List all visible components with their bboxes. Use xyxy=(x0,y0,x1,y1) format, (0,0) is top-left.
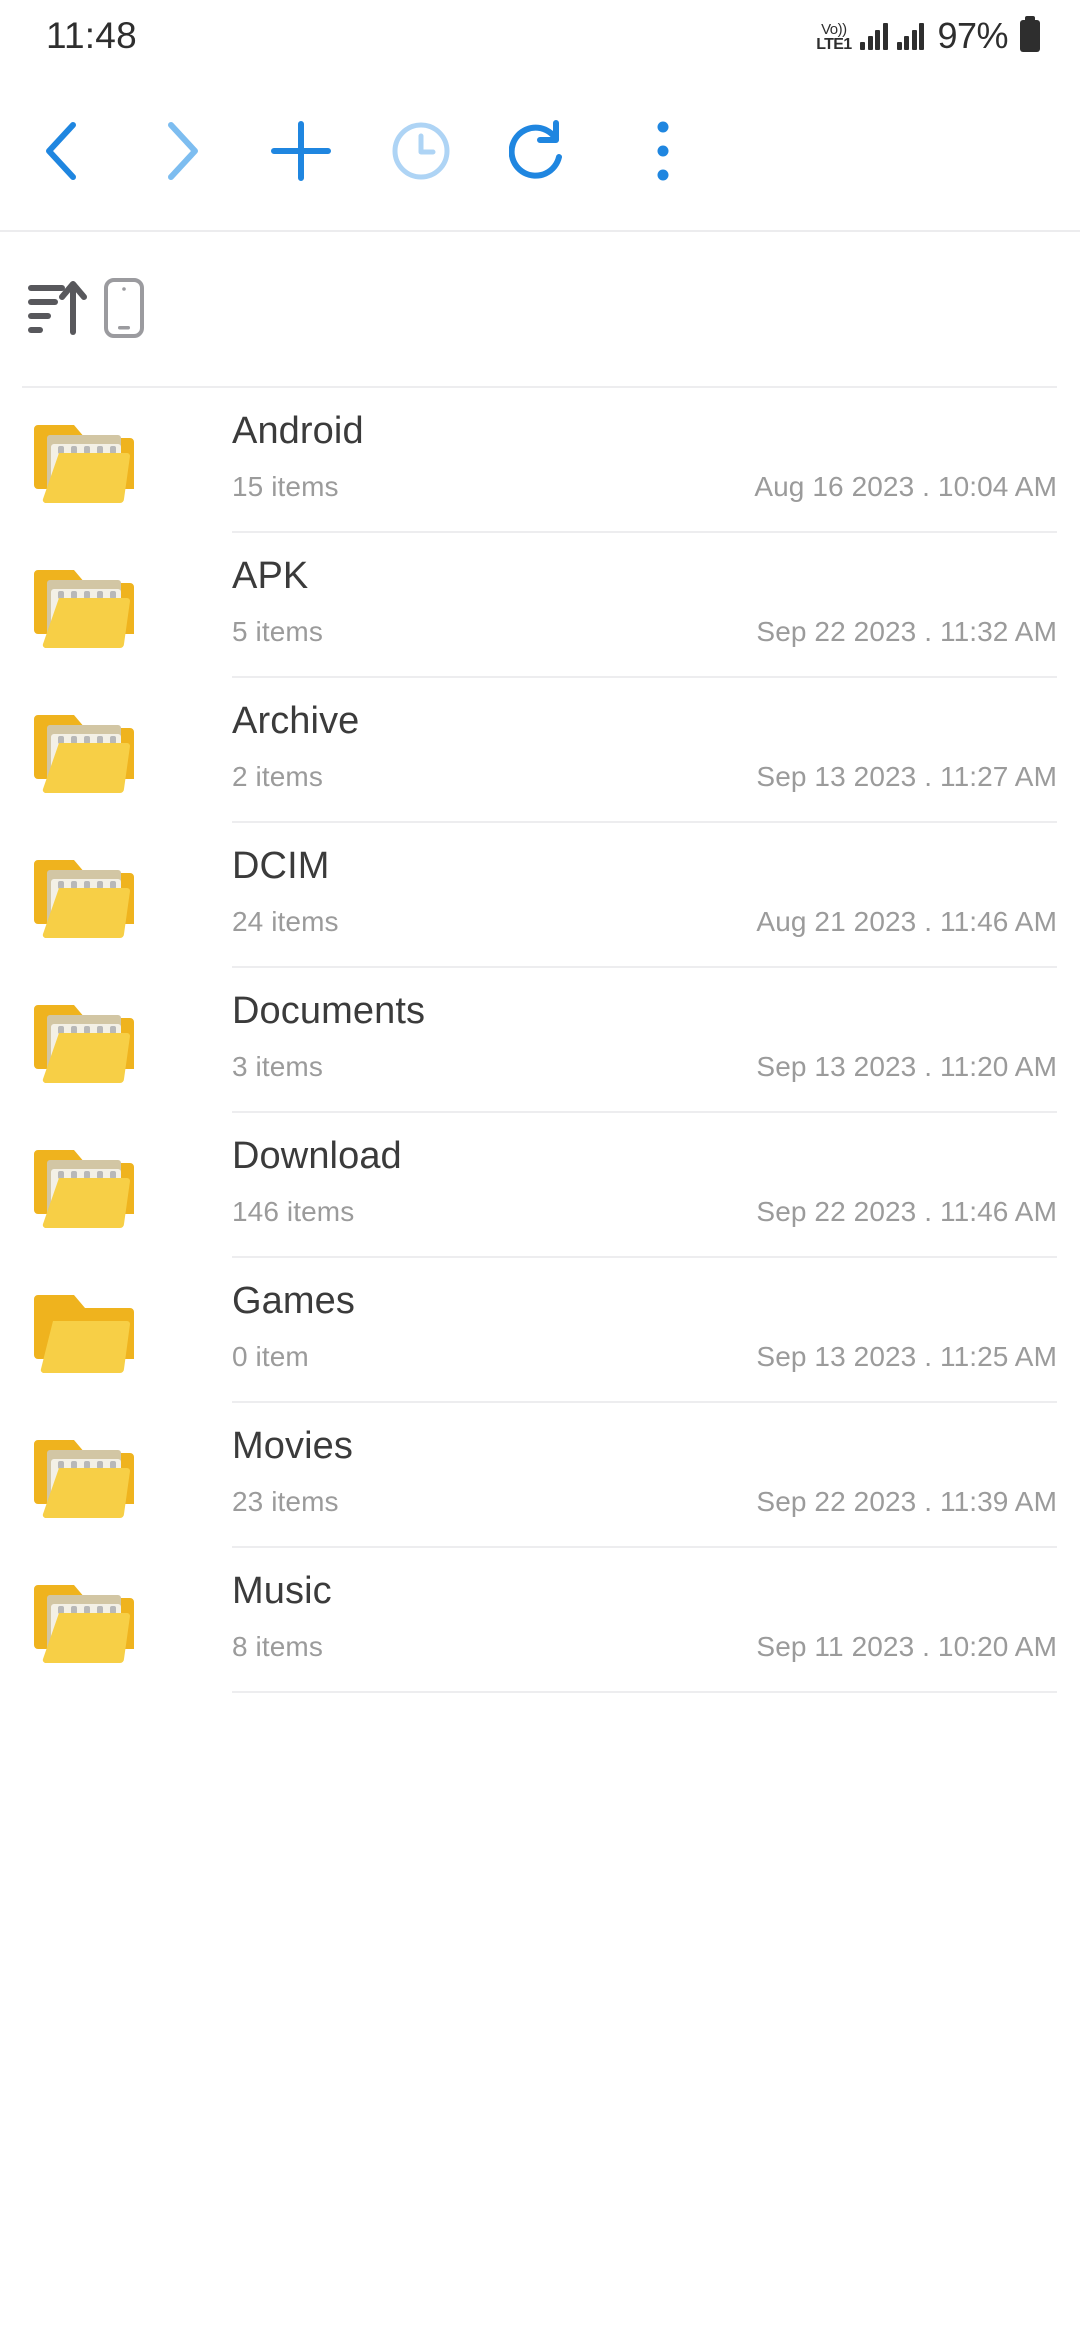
folder-modified-date: Aug 21 2023 . 11:46 AM xyxy=(756,906,1057,937)
folder-empty-icon xyxy=(28,1283,136,1379)
plus-icon xyxy=(269,119,333,183)
folder-item-count: 0 item xyxy=(232,1341,309,1372)
add-button[interactable] xyxy=(249,99,353,203)
folder-name: Movies xyxy=(232,1425,353,1467)
volte-icon: Vo)) LTE1 xyxy=(816,20,852,53)
folder-row[interactable]: Movies 23 items Sep 22 2023 . 11:39 AM xyxy=(0,1403,1080,1548)
refresh-button[interactable] xyxy=(489,99,593,203)
folder-row[interactable]: Archive 2 items Sep 13 2023 . 11:27 AM xyxy=(0,678,1080,823)
folder-name: Music xyxy=(232,1570,332,1612)
folder-item-count: 8 items xyxy=(232,1631,323,1662)
status-bar: 11:48 Vo)) LTE1 97% xyxy=(0,0,1080,72)
history-button[interactable] xyxy=(369,99,473,203)
phone-device-icon xyxy=(103,277,145,344)
clock-icon xyxy=(390,120,452,182)
folder-modified-date: Sep 22 2023 . 11:32 AM xyxy=(756,616,1057,647)
battery-percent-label: 97% xyxy=(937,15,1008,56)
folder-row[interactable]: Games 0 item Sep 13 2023 . 11:25 AM xyxy=(0,1258,1080,1403)
folder-icon xyxy=(28,558,136,654)
folder-modified-date: Sep 13 2023 . 11:20 AM xyxy=(756,1051,1057,1082)
device-view-button[interactable] xyxy=(78,264,170,356)
folder-name: Documents xyxy=(232,990,426,1032)
folder-modified-date: Sep 22 2023 . 11:46 AM xyxy=(756,1196,1057,1227)
folder-name: DCIM xyxy=(232,845,330,887)
chevron-right-icon xyxy=(155,120,207,182)
folder-icon xyxy=(28,848,136,944)
battery-icon xyxy=(1020,16,1040,52)
folder-item-count: 2 items xyxy=(232,761,323,792)
folder-modified-date: Sep 13 2023 . 11:25 AM xyxy=(756,1341,1057,1372)
folder-icon xyxy=(28,1428,136,1524)
folder-name: Android xyxy=(232,410,364,452)
folder-icon xyxy=(28,993,136,1089)
folder-modified-date: Sep 11 2023 . 10:20 AM xyxy=(756,1631,1057,1662)
navigation-toolbar xyxy=(0,72,1080,232)
folder-row[interactable]: APK 5 items Sep 22 2023 . 11:32 AM xyxy=(0,533,1080,678)
folder-row[interactable]: Documents 3 items Sep 13 2023 . 11:20 AM xyxy=(0,968,1080,1113)
volte-network-label: LTE1 xyxy=(816,35,852,53)
folder-row[interactable]: Music 8 items Sep 11 2023 . 10:20 AM xyxy=(0,1548,1080,1693)
folder-name: APK xyxy=(232,555,309,597)
volte-top-label: Vo)) xyxy=(821,20,847,38)
folder-item-count: 24 items xyxy=(232,906,339,937)
folder-row[interactable]: Android 15 items Aug 16 2023 . 10:04 AM xyxy=(0,388,1080,533)
list-controls-row xyxy=(0,232,1080,388)
folder-item-count: 5 items xyxy=(232,616,323,647)
folder-icon xyxy=(28,703,136,799)
overflow-menu-icon xyxy=(656,120,670,182)
status-bar-indicators: Vo)) LTE1 97% xyxy=(816,15,1040,57)
folder-icon xyxy=(28,1573,136,1669)
signal-bars-icon-sim2 xyxy=(896,22,925,50)
folder-icon xyxy=(28,1138,136,1234)
folder-item-count: 23 items xyxy=(232,1486,339,1517)
row-divider xyxy=(232,1691,1057,1693)
chevron-left-icon xyxy=(37,120,89,182)
refresh-icon xyxy=(509,119,573,183)
folder-list: Android 15 items Aug 16 2023 . 10:04 AM APK… xyxy=(0,388,1080,1693)
status-bar-clock: 11:48 xyxy=(46,15,137,56)
folder-row[interactable]: Download 146 items Sep 22 2023 . 11:46 AM xyxy=(0,1113,1080,1258)
folder-modified-date: Sep 13 2023 . 11:27 AM xyxy=(756,761,1057,792)
folder-modified-date: Aug 16 2023 . 10:04 AM xyxy=(754,471,1057,502)
folder-name: Games xyxy=(232,1280,355,1322)
folder-item-count: 15 items xyxy=(232,471,339,502)
more-button[interactable] xyxy=(611,99,715,203)
signal-bars-icon-sim1 xyxy=(860,22,888,50)
folder-item-count: 3 items xyxy=(232,1051,323,1082)
folder-item-count: 146 items xyxy=(232,1196,355,1227)
folder-icon xyxy=(28,413,136,509)
folder-name: Download xyxy=(232,1135,402,1177)
folder-name: Archive xyxy=(232,700,360,742)
folder-modified-date: Sep 22 2023 . 11:39 AM xyxy=(756,1486,1057,1517)
back-button[interactable] xyxy=(11,99,115,203)
forward-button[interactable] xyxy=(129,99,233,203)
folder-row[interactable]: DCIM 24 items Aug 21 2023 . 11:46 AM xyxy=(0,823,1080,968)
